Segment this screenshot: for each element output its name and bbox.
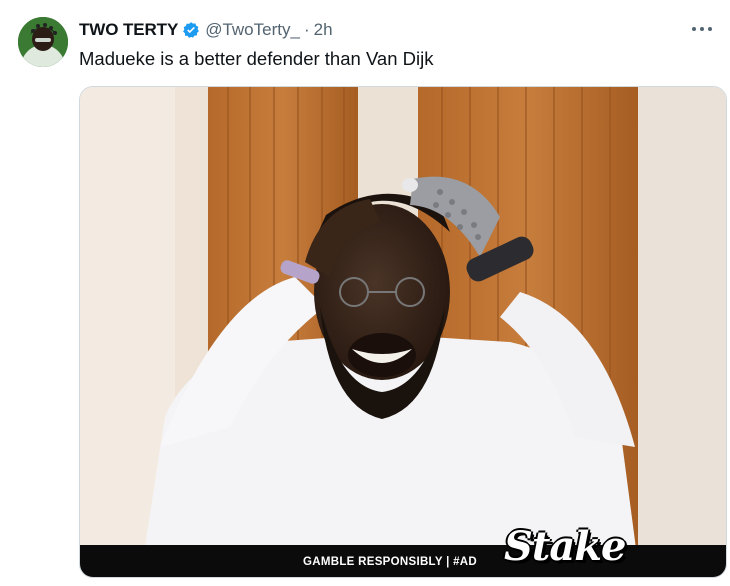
- tweet-media-video[interactable]: GAMBLE RESPONSIBLY | #AD Stake: [79, 86, 727, 578]
- tweet[interactable]: TWO TERTY @TwoTerty_ · 2h Madueke is a b…: [0, 0, 730, 586]
- verified-badge-icon: [182, 21, 200, 39]
- more-dot: [692, 27, 696, 31]
- ad-bar: GAMBLE RESPONSIBLY | #AD: [80, 545, 726, 577]
- display-name[interactable]: TWO TERTY: [79, 20, 178, 40]
- video-frame: [80, 87, 726, 577]
- tweet-header: TWO TERTY @TwoTerty_ · 2h: [79, 19, 333, 41]
- separator-dot: ·: [303, 20, 310, 39]
- sponsor-logo: Stake: [504, 523, 626, 570]
- ad-disclaimer-text: GAMBLE RESPONSIBLY | #AD: [303, 556, 478, 568]
- more-dot: [700, 27, 704, 31]
- more-dot: [708, 27, 712, 31]
- tweet-text: Madueke is a better defender than Van Di…: [79, 48, 434, 69]
- more-options-icon[interactable]: [692, 22, 712, 36]
- timestamp[interactable]: 2h: [314, 20, 333, 40]
- avatar[interactable]: [18, 17, 68, 67]
- handle[interactable]: @TwoTerty_: [205, 20, 300, 40]
